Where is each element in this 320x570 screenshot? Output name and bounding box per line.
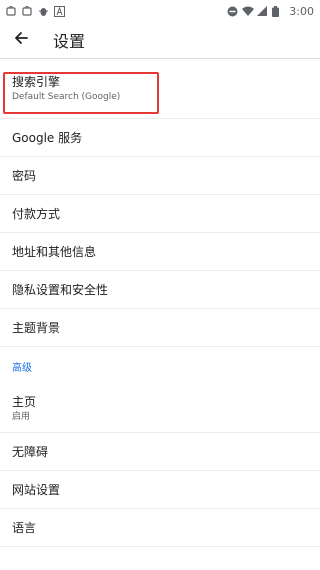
- item-subtitle: 启用: [12, 412, 31, 422]
- app-bar: 设置: [0, 22, 320, 58]
- item-title: 主页: [12, 395, 37, 409]
- app-icon: [6, 5, 17, 17]
- page-title: 设置: [53, 32, 86, 51]
- signal-icon: [257, 5, 268, 17]
- status-bar: 3:00: [0, 0, 320, 22]
- settings-item-addresses[interactable]: 地址和其他信息: [0, 233, 320, 271]
- wifi-icon: [242, 6, 255, 17]
- status-time: 3:00: [289, 4, 314, 18]
- settings-item-homepage[interactable]: 主页 启用: [0, 385, 320, 433]
- minus-circle-icon: [227, 6, 238, 17]
- bug-icon: [38, 6, 49, 17]
- battery-icon: [272, 5, 283, 17]
- item-title: 网站设置: [12, 482, 61, 497]
- app-icon: [22, 5, 33, 17]
- item-subtitle: Default Search (Google): [12, 92, 121, 102]
- item-title: 隐私设置和安全性: [12, 282, 109, 297]
- settings-item-search-engine[interactable]: 搜索引擎 Default Search (Google): [0, 59, 320, 119]
- item-title: 主题背景: [12, 320, 61, 335]
- notification-icons: [6, 5, 65, 17]
- item-title: 密码: [12, 168, 37, 183]
- a-icon: [54, 5, 65, 17]
- settings-item-languages[interactable]: 语言: [0, 509, 320, 547]
- settings-item-passwords[interactable]: 密码: [0, 157, 320, 195]
- settings-list: 搜索引擎 Default Search (Google) Google 服务 密…: [0, 58, 320, 547]
- back-button[interactable]: [3, 22, 39, 58]
- settings-item-themes[interactable]: 主题背景: [0, 309, 320, 347]
- settings-item-site-settings[interactable]: 网站设置: [0, 471, 320, 509]
- item-title: 地址和其他信息: [12, 244, 97, 259]
- arrow-left-icon: [13, 30, 29, 50]
- section-header-advanced: 高级: [12, 362, 32, 374]
- item-title: 付款方式: [12, 206, 61, 221]
- item-title: 语言: [12, 520, 37, 535]
- system-icons: 3:00: [227, 5, 314, 18]
- settings-item-accessibility[interactable]: 无障碍: [0, 433, 320, 471]
- item-title: 搜索引擎: [12, 75, 61, 89]
- item-title: 无障碍: [12, 444, 49, 459]
- settings-item-privacy[interactable]: 隐私设置和安全性: [0, 271, 320, 309]
- settings-item-google-services[interactable]: Google 服务: [0, 119, 320, 157]
- settings-item-payment-methods[interactable]: 付款方式: [0, 195, 320, 233]
- item-title: Google 服务: [12, 130, 83, 145]
